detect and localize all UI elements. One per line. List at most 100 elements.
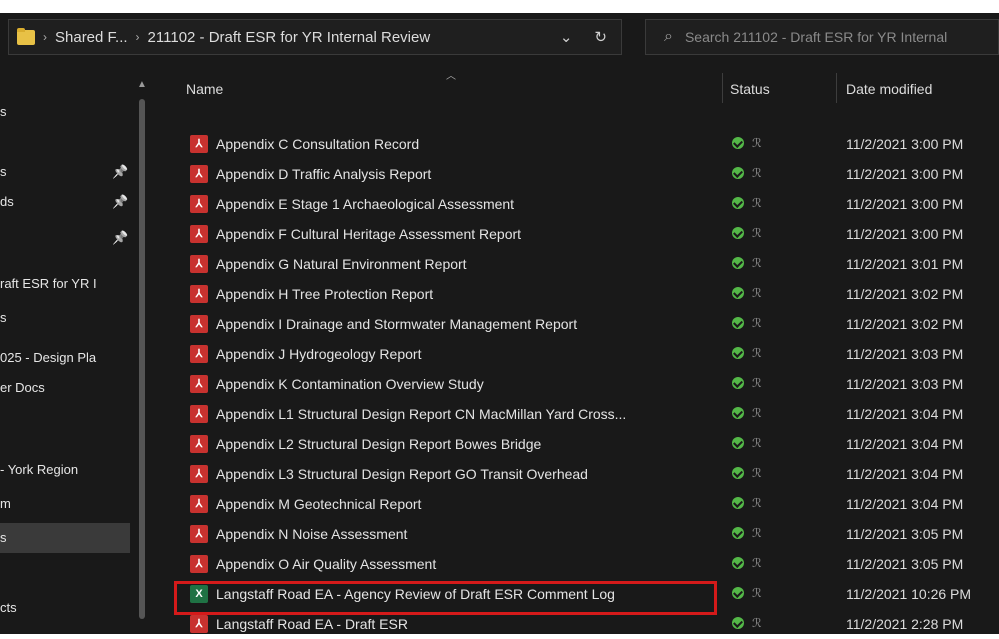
sync-status: ℛ	[732, 525, 762, 540]
nav-item-label: s	[0, 164, 7, 179]
address-bar[interactable]: › Shared F... › 211102 - Draft ESR for Y…	[8, 19, 622, 55]
file-name[interactable]: Appendix J Hydrogeology Report	[216, 346, 716, 362]
sync-status: ℛ	[732, 495, 762, 510]
file-name[interactable]: Appendix H Tree Protection Report	[216, 286, 716, 302]
file-row[interactable]: ⅄ Appendix O Air Quality Assessment ℛ 11/2/…	[156, 549, 999, 579]
scrollbar-thumb[interactable]	[139, 99, 145, 619]
synced-check-icon	[732, 526, 744, 539]
date-modified: 11/2/2021 3:04 PM	[846, 436, 964, 452]
file-name[interactable]: Appendix C Consultation Record	[216, 136, 716, 152]
pin-icon[interactable]: 📌	[112, 157, 128, 187]
refresh-icon[interactable]: ↻	[594, 28, 607, 46]
file-row[interactable]: ⅄ Appendix M Geotechnical Report ℛ 11/2/202…	[156, 489, 999, 519]
file-row[interactable]: ⅄ Appendix G Natural Environment Report ℛ 1…	[156, 249, 999, 279]
nav-item[interactable]: cts	[0, 593, 130, 623]
nav-item-label: s	[0, 104, 7, 119]
pdf-file-icon: ⅄	[190, 615, 208, 633]
nav-item[interactable]: ds 📌	[0, 187, 130, 217]
file-row[interactable]: ⅄ Appendix H Tree Protection Report ℛ 11/2/…	[156, 279, 999, 309]
sync-status: ℛ	[732, 615, 762, 630]
pin-icon[interactable]: 📌	[112, 187, 128, 217]
chevron-down-icon[interactable]: ⌄	[560, 28, 573, 46]
breadcrumb-shared[interactable]: Shared F...	[55, 29, 128, 46]
file-name[interactable]: Appendix N Noise Assessment	[216, 526, 716, 542]
people-shared-icon: ℛ	[752, 135, 762, 150]
column-divider[interactable]	[836, 73, 837, 103]
sync-status: ℛ	[732, 435, 762, 450]
people-shared-icon: ℛ	[752, 375, 762, 390]
file-name[interactable]: Langstaff Road EA - Draft ESR	[216, 616, 716, 632]
file-name[interactable]: Appendix L2 Structural Design Report Bow…	[216, 436, 716, 452]
date-modified: 11/2/2021 3:02 PM	[846, 316, 964, 332]
synced-check-icon	[732, 166, 744, 179]
nav-item[interactable]	[0, 543, 130, 573]
file-name[interactable]: Appendix L1 Structural Design Report CN …	[216, 406, 716, 422]
file-row[interactable]: ⅄ Langstaff Road EA - Draft ESR ℛ 11/2/2021…	[156, 609, 999, 639]
file-row[interactable]: ⅄ Appendix K Contamination Overview Study…	[156, 369, 999, 399]
breadcrumb-current-folder[interactable]: 211102 - Draft ESR for YR Internal Revie…	[148, 29, 431, 46]
nav-item-label: m	[0, 496, 11, 511]
pin-icon[interactable]: 📌	[112, 223, 128, 253]
file-name[interactable]: Appendix K Contamination Overview Study	[216, 376, 716, 392]
scroll-up-icon[interactable]: ▲	[137, 79, 147, 90]
file-row[interactable]: ⅄ Appendix L3 Structural Design Report GO…	[156, 459, 999, 489]
file-explorer-window: › Shared F... › 211102 - Draft ESR for Y…	[0, 13, 999, 634]
column-divider[interactable]	[722, 73, 723, 103]
people-shared-icon: ℛ	[752, 255, 762, 270]
nav-item-label: ds	[0, 194, 14, 209]
file-row[interactable]: ⅄ Appendix L1 Structural Design Report CN…	[156, 399, 999, 429]
file-row[interactable]: X Langstaff Road EA - Agency Review of Dr…	[156, 579, 999, 609]
file-name[interactable]: Appendix E Stage 1 Archaeological Assess…	[216, 196, 716, 212]
nav-item[interactable]: - York Region	[0, 455, 130, 485]
pdf-file-icon: ⅄	[190, 405, 208, 423]
file-name[interactable]: Appendix O Air Quality Assessment	[216, 556, 716, 572]
nav-scrollbar[interactable]: ▲	[134, 73, 150, 634]
search-box[interactable]: ⌕ Search 211102 - Draft ESR for YR Inter…	[645, 19, 999, 55]
file-row[interactable]: ⅄ Appendix D Traffic Analysis Report ℛ 11/2…	[156, 159, 999, 189]
file-row[interactable]: ⅄ Appendix N Noise Assessment ℛ 11/2/2021 3…	[156, 519, 999, 549]
column-header-name[interactable]: Name	[186, 81, 223, 97]
chevron-right-icon[interactable]: ›	[136, 30, 140, 44]
date-modified: 11/2/2021 3:02 PM	[846, 286, 964, 302]
nav-item[interactable]: s	[0, 303, 130, 333]
nav-item[interactable]: s 📌	[0, 157, 130, 187]
nav-item[interactable]: er Docs	[0, 373, 130, 403]
file-row[interactable]: ⅄ Appendix L2 Structural Design Report Bo…	[156, 429, 999, 459]
file-row[interactable]: ⅄ Appendix E Stage 1 Archaeological Asses…	[156, 189, 999, 219]
file-name[interactable]: Appendix I Drainage and Stormwater Manag…	[216, 316, 716, 332]
file-name[interactable]: Appendix G Natural Environment Report	[216, 256, 716, 272]
date-modified: 11/2/2021 3:05 PM	[846, 526, 964, 542]
column-header-status[interactable]: Status	[730, 81, 770, 97]
nav-item[interactable]: 📌	[0, 223, 130, 253]
file-name[interactable]: Appendix F Cultural Heritage Assessment …	[216, 226, 716, 242]
nav-item[interactable]: raft ESR for YR I	[0, 269, 130, 299]
file-name[interactable]: Appendix L3 Structural Design Report GO …	[216, 466, 716, 482]
pdf-file-icon: ⅄	[190, 225, 208, 243]
chevron-right-icon[interactable]: ›	[43, 30, 47, 44]
people-shared-icon: ℛ	[752, 165, 762, 180]
nav-item-label: s	[0, 310, 7, 325]
file-row[interactable]: ⅄ Appendix F Cultural Heritage Assessment…	[156, 219, 999, 249]
sync-status: ℛ	[732, 255, 762, 270]
column-header-date-modified[interactable]: Date modified	[846, 81, 932, 97]
file-row[interactable]: ⅄ Appendix J Hydrogeology Report ℛ 11/2/202…	[156, 339, 999, 369]
navigation-pane: s s 📌 ds 📌 📌 raft ESR for YR Is 025 - Design Pl…	[0, 73, 152, 634]
synced-check-icon	[732, 436, 744, 449]
date-modified: 11/2/2021 3:04 PM	[846, 496, 964, 512]
sync-status: ℛ	[732, 555, 762, 570]
sync-status: ℛ	[732, 465, 762, 480]
synced-check-icon	[732, 256, 744, 269]
file-row[interactable]: ⅄ Appendix C Consultation Record ℛ 11/2/202…	[156, 129, 999, 159]
nav-item[interactable]: m	[0, 489, 130, 519]
nav-item[interactable]: 025 - Design Pla	[0, 343, 130, 373]
people-shared-icon: ℛ	[752, 555, 762, 570]
file-name[interactable]: Appendix M Geotechnical Report	[216, 496, 716, 512]
pdf-file-icon: ⅄	[190, 375, 208, 393]
file-row[interactable]: ⅄ Appendix I Drainage and Stormwater Mana…	[156, 309, 999, 339]
nav-item[interactable]: s	[0, 97, 130, 127]
synced-check-icon	[732, 496, 744, 509]
sync-status: ℛ	[732, 345, 762, 360]
sync-status: ℛ	[732, 225, 762, 240]
file-name[interactable]: Langstaff Road EA - Agency Review of Dra…	[216, 586, 716, 602]
file-name[interactable]: Appendix D Traffic Analysis Report	[216, 166, 716, 182]
